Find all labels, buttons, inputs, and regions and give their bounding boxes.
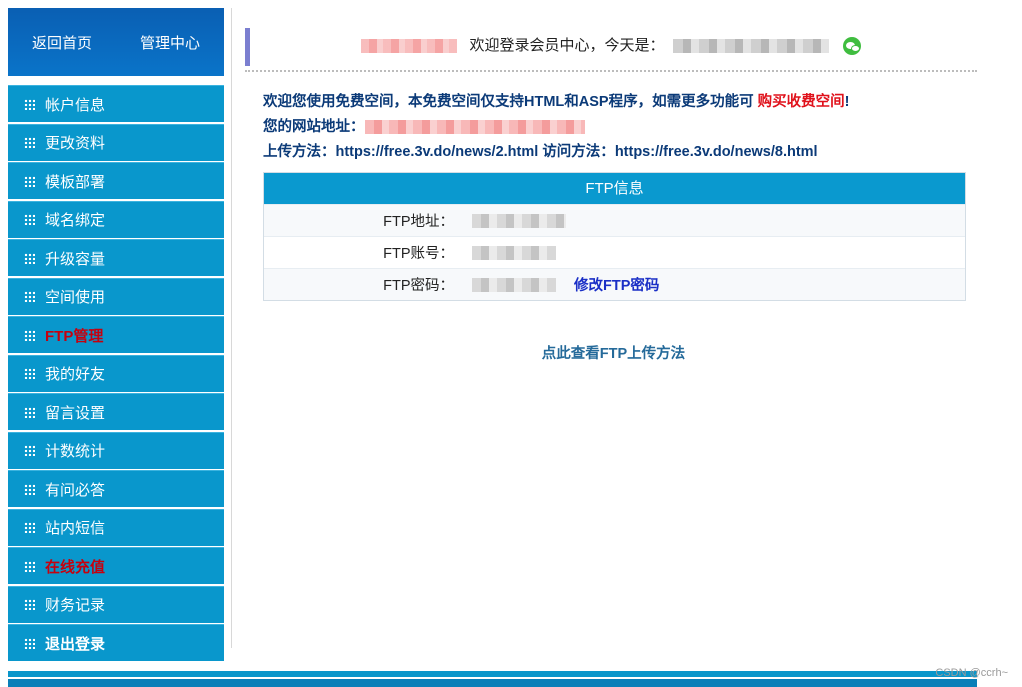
sidebar-item[interactable]: 财务记录 [8, 585, 224, 623]
grid-icon [24, 368, 35, 379]
ftp-account-row: FTP账号： [264, 236, 965, 268]
grid-icon [24, 406, 35, 418]
sidebar-item-label: 升级容量 [45, 250, 106, 268]
sidebar-item[interactable]: 域名绑定 [8, 200, 224, 238]
grid-icon [24, 599, 35, 610]
ftp-info-panel: FTP信息 FTP地址： FTP账号： FTP密码： 修改FTP密码 [263, 172, 966, 301]
visit-method-link[interactable]: https://free.3v.do/news/8.html [615, 144, 818, 160]
grid-icon [24, 137, 35, 148]
ftp-address-row: FTP地址： [264, 204, 965, 236]
sidebar-item[interactable]: 我的好友 [8, 354, 224, 392]
grid-icon [24, 329, 35, 341]
info-line-1: 欢迎您使用免费空间，本免费空间仅支持HTML和ASP程序，如需更多功能可 购买收… [263, 90, 849, 115]
info-exclaim: ! [844, 94, 850, 110]
sidebar-item-label: FTP管理 [45, 327, 104, 345]
ftp-info-title: FTP信息 [264, 173, 965, 204]
sidebar-item[interactable]: 留言设置 [8, 393, 224, 430]
sidebar-item[interactable]: 退出登录 [8, 624, 224, 661]
sidebar-header: 返回首页 管理中心 [8, 8, 224, 77]
footer-bar-bottom [8, 679, 977, 687]
info-line-2: 您的网站地址： [263, 115, 849, 140]
ftp-address-label: FTP地址： [383, 214, 454, 230]
info-intro-text: 欢迎您使用免费空间，本免费空间仅支持HTML和ASP程序，如需更多功能可 [263, 94, 754, 110]
header-bar: 欢迎登录会员中心，今天是： [245, 28, 977, 66]
change-ftp-password-link[interactable]: 修改FTP密码 [574, 274, 659, 295]
sidebar-item-label: 退出登录 [45, 635, 106, 653]
upload-method-link[interactable]: https://free.3v.do/news/2.html [336, 144, 539, 160]
sidebar-gap [8, 77, 224, 85]
sidebar-item[interactable]: 有问必答 [8, 470, 224, 507]
grid-icon [24, 560, 35, 572]
sidebar-item-label: 在线充值 [45, 558, 106, 576]
sidebar-item-label: 财务记录 [45, 597, 106, 614]
ftp-account-redacted [472, 245, 556, 260]
grid-icon [24, 252, 35, 264]
wechat-icon[interactable] [842, 37, 861, 56]
sidebar-item[interactable]: 升级容量 [8, 239, 224, 276]
header-divider [245, 70, 977, 74]
sidebar-item-label: 站内短信 [45, 520, 106, 537]
sidebar-item[interactable]: FTP管理 [8, 316, 224, 353]
upload-method-label: 上传方法： [263, 144, 336, 160]
sidebar-item-label: 更改资料 [45, 135, 106, 152]
sidebar: 返回首页 管理中心 帐户信息更改资料模板部署域名绑定升级容量空间使用 FTP管理我… [8, 8, 224, 663]
ftp-account-label: FTP账号： [383, 246, 454, 262]
sidebar-item[interactable]: 更改资料 [8, 123, 224, 161]
grid-icon [24, 175, 35, 187]
grid-icon [24, 291, 35, 302]
info-line-3: 上传方法：https://free.3v.do/news/2.html 访问方法… [263, 140, 849, 165]
watermark: CSDN @ccrh~ [935, 667, 1008, 679]
sidebar-item-label: 帐户信息 [45, 96, 106, 114]
sidebar-item[interactable]: 空间使用 [8, 277, 224, 315]
site-address-redacted [364, 120, 585, 135]
ftp-password-redacted [472, 277, 556, 292]
username-redacted [361, 39, 458, 54]
buy-paid-space-link[interactable]: 购买收费空间 [758, 94, 845, 110]
sidebar-item-label: 我的好友 [45, 366, 106, 383]
ftp-password-row: FTP密码： 修改FTP密码 [264, 268, 965, 300]
grid-icon [24, 445, 35, 456]
footer-bar [8, 671, 977, 677]
visit-method-label: 访问方法： [542, 144, 615, 160]
ftp-password-label: FTP密码： [383, 278, 454, 294]
sidebar-item[interactable]: 计数统计 [8, 431, 224, 469]
sidebar-item[interactable]: 帐户信息 [8, 85, 224, 122]
grid-icon [24, 483, 35, 495]
sidebar-menu: 帐户信息更改资料模板部署域名绑定升级容量空间使用 FTP管理我的好友留言设置计数统… [8, 85, 224, 661]
grid-icon [24, 98, 35, 110]
site-address-label: 您的网站地址： [263, 119, 365, 135]
grid-icon [24, 522, 35, 533]
sidebar-item-label: 域名绑定 [45, 212, 106, 229]
manage-center-link[interactable]: 管理中心 [134, 32, 206, 53]
date-redacted [672, 39, 829, 54]
sidebar-item-label: 空间使用 [45, 289, 106, 306]
ftp-upload-howto-link[interactable]: 点此查看FTP上传方法 [263, 342, 964, 363]
sidebar-item-label: 有问必答 [45, 481, 106, 499]
sidebar-item-label: 留言设置 [45, 404, 106, 422]
welcome-label: 欢迎登录会员中心，今天是： [469, 37, 665, 54]
welcome-text: 欢迎登录会员中心，今天是： [245, 34, 977, 56]
info-block: 欢迎您使用免费空间，本免费空间仅支持HTML和ASP程序，如需更多功能可 购买收… [263, 90, 849, 165]
sidebar-item[interactable]: 在线充值 [8, 547, 224, 584]
sidebar-item-label: 计数统计 [45, 443, 106, 460]
grid-icon [24, 637, 35, 649]
home-link[interactable]: 返回首页 [26, 32, 98, 53]
sidebar-item-label: 模板部署 [45, 173, 106, 191]
ftp-address-redacted [472, 213, 566, 228]
sidebar-item[interactable]: 模板部署 [8, 162, 224, 199]
sidebar-item[interactable]: 站内短信 [8, 508, 224, 546]
grid-icon [24, 214, 35, 225]
sidebar-divider [231, 8, 232, 648]
